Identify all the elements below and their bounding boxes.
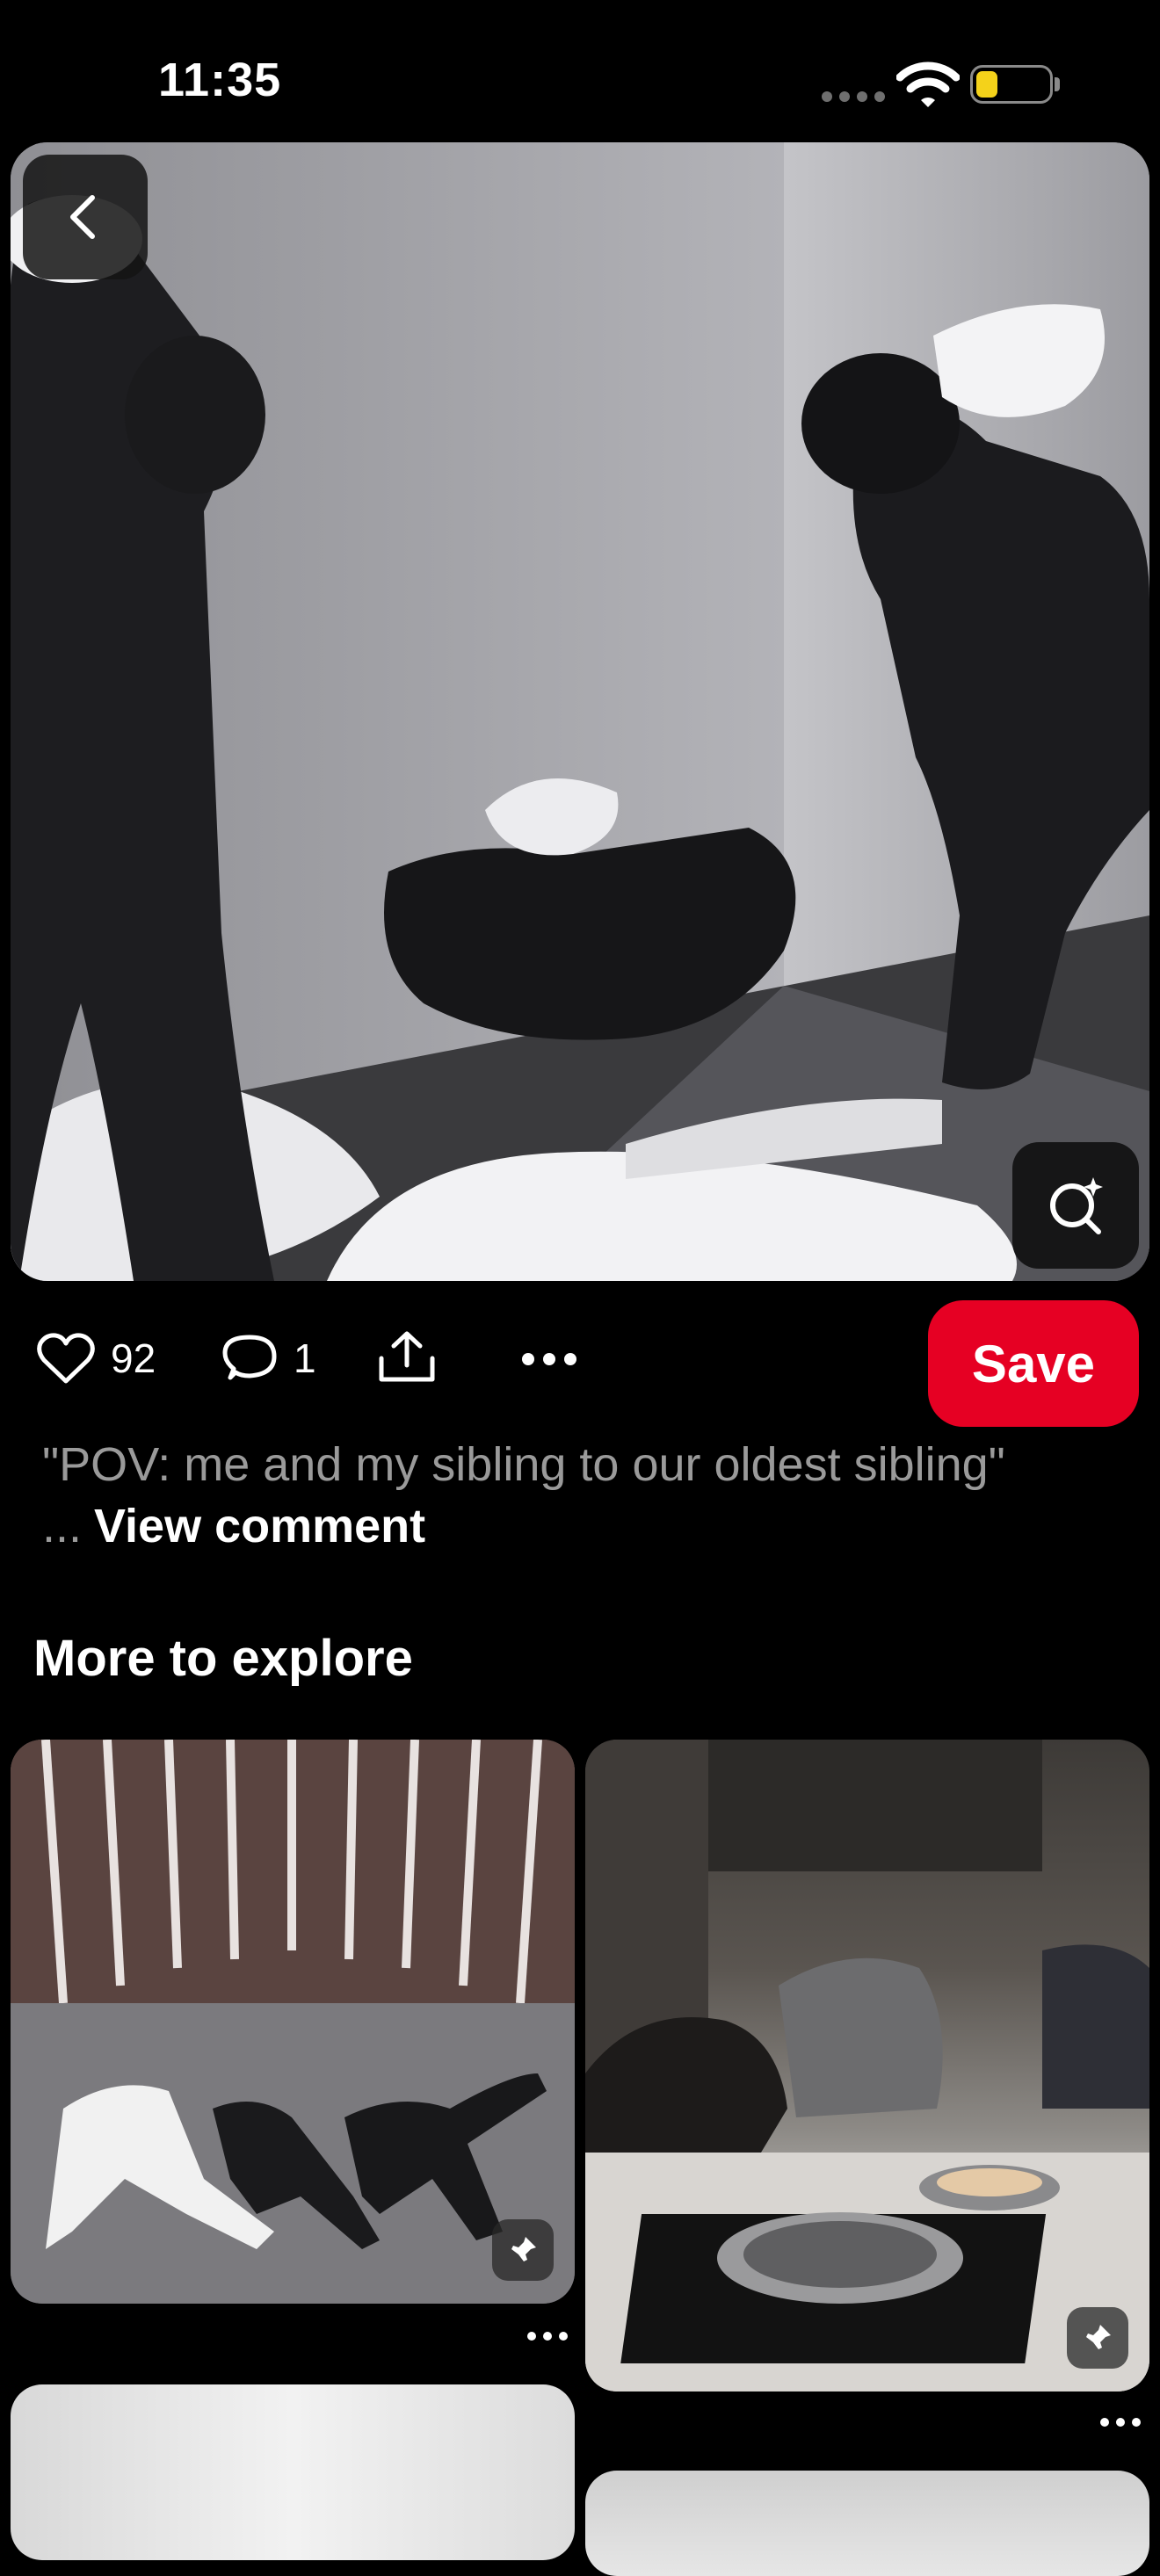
more-to-explore-heading: More to explore <box>33 1630 413 1687</box>
explore-pin-2[interactable] <box>585 1740 1149 2391</box>
pin-icon <box>1067 2307 1128 2369</box>
pin-description: "POV: me and my sibling to our oldest si… <box>42 1434 1079 1557</box>
wifi-icon <box>896 62 960 107</box>
like-button[interactable]: 92 <box>37 1332 156 1385</box>
pin-icon <box>492 2219 554 2281</box>
status-time: 11:35 <box>158 54 282 106</box>
comment-button[interactable]: 1 <box>221 1332 316 1385</box>
visual-search-icon <box>1050 1177 1103 1234</box>
share-button[interactable] <box>376 1328 438 1391</box>
back-button[interactable] <box>23 155 148 279</box>
share-icon <box>379 1331 435 1382</box>
save-button[interactable]: Save <box>928 1300 1139 1427</box>
pin-1-more-icon[interactable] <box>527 2332 568 2341</box>
explore-pin-4[interactable] <box>585 2471 1149 2576</box>
pin-2-more-icon[interactable] <box>1100 2418 1141 2427</box>
like-count: 92 <box>111 1335 156 1381</box>
explore-pin-3[interactable] <box>11 2384 575 2560</box>
explore-pin-1[interactable] <box>11 1740 575 2304</box>
pin-image[interactable] <box>11 142 1149 1281</box>
heart-icon <box>37 1333 95 1384</box>
view-comment-link[interactable]: View comment <box>94 1500 425 1552</box>
battery-cap <box>1055 77 1060 91</box>
comment-count: 1 <box>294 1335 316 1381</box>
chevron-left-icon <box>70 195 95 239</box>
cellular-signal-icon <box>822 91 885 102</box>
more-dots-icon[interactable] <box>522 1353 576 1365</box>
comment-bubble-icon <box>222 1335 277 1380</box>
battery-icon <box>970 65 1053 104</box>
visual-search-button[interactable] <box>1012 1142 1139 1269</box>
